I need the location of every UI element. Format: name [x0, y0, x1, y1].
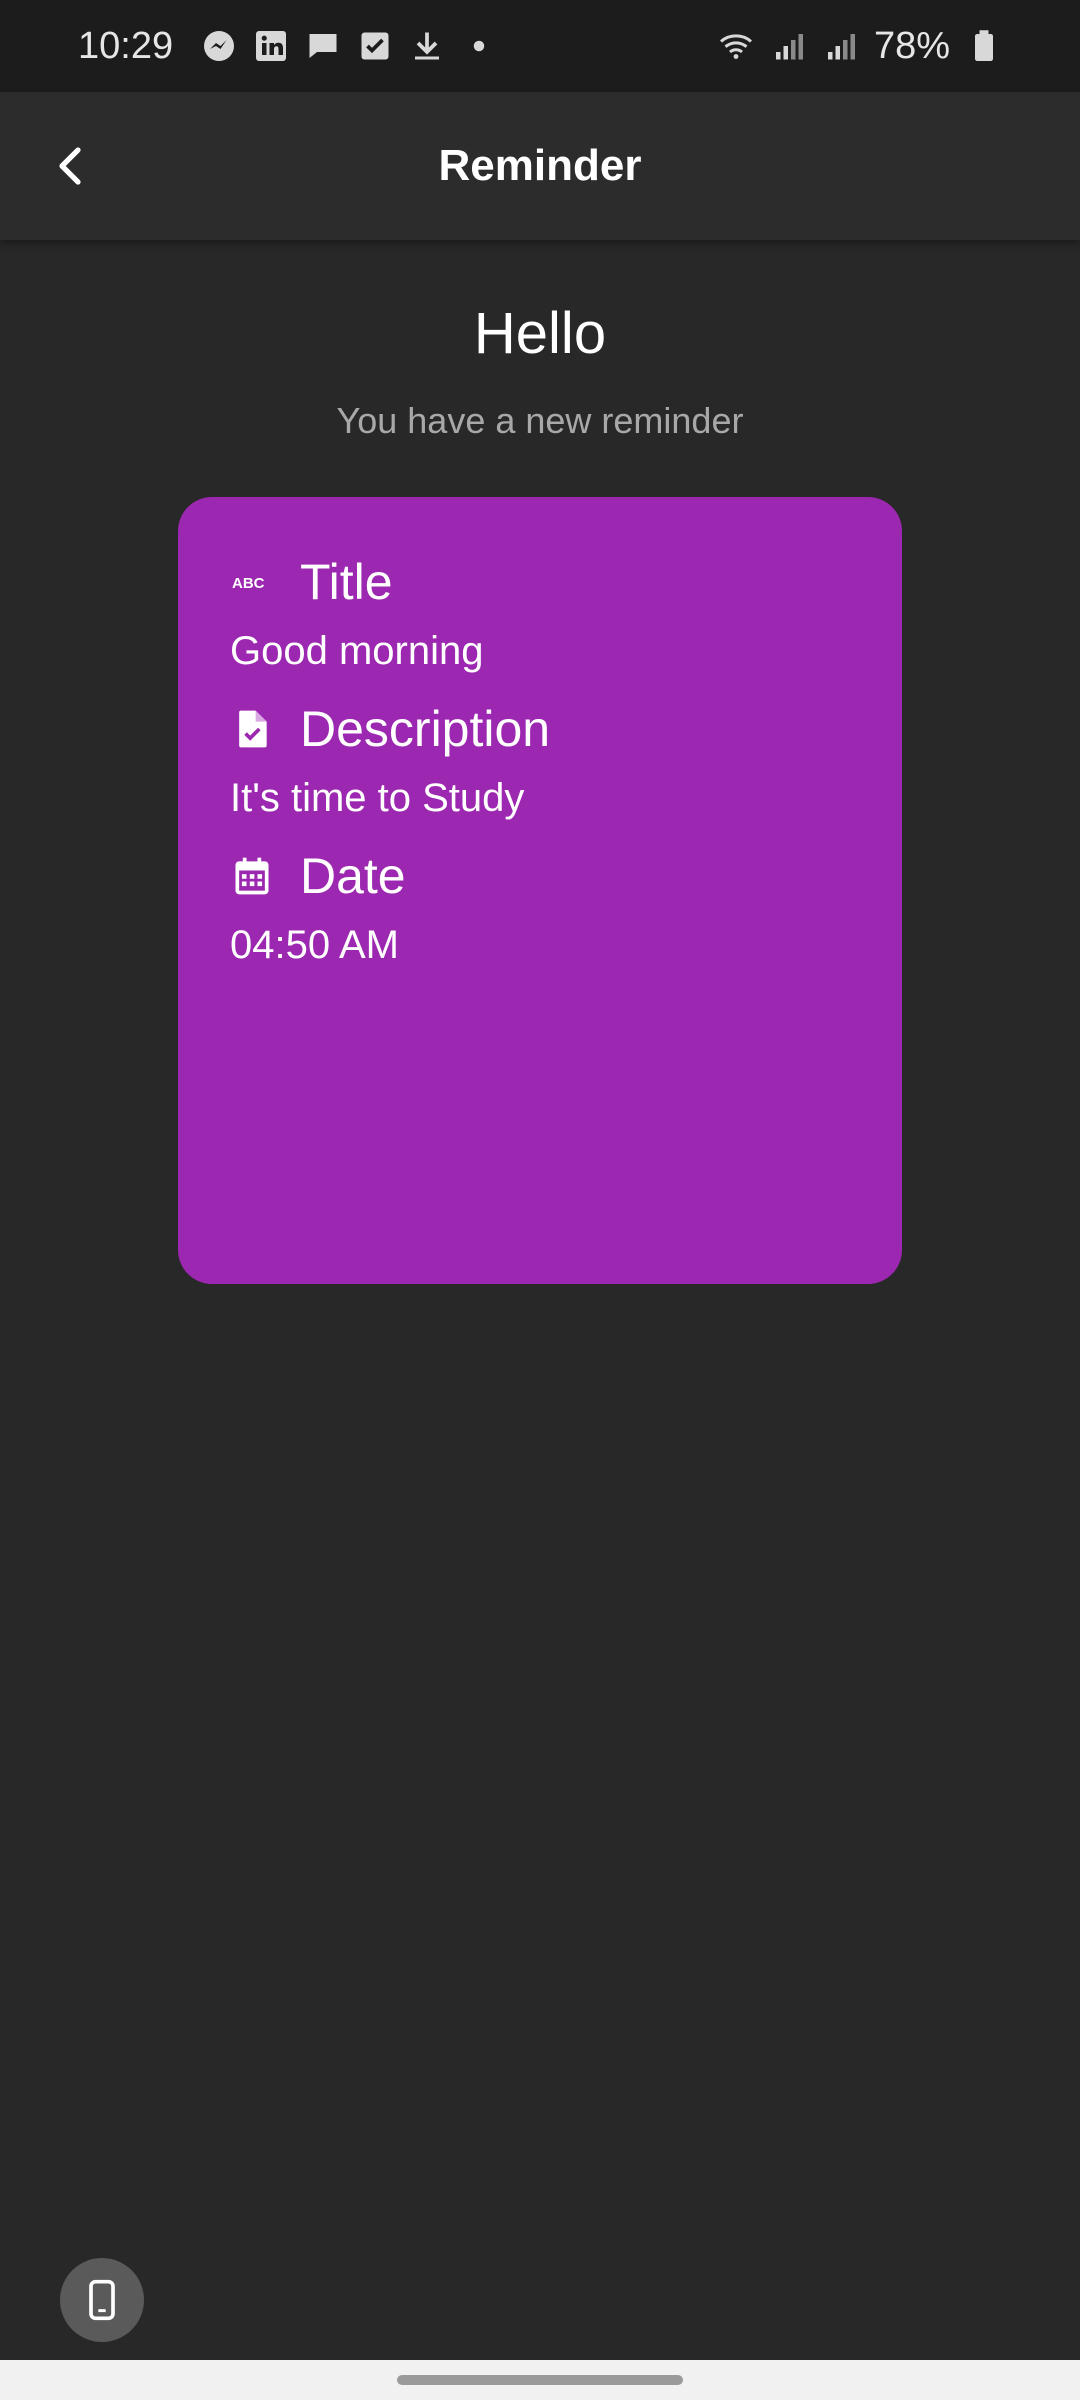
download-icon [409, 28, 445, 64]
checkbox-icon [357, 28, 393, 64]
date-header: Date [230, 841, 850, 911]
reminder-card: ABC Title Good morning Description It's … [178, 497, 902, 1284]
home-handle[interactable] [397, 2375, 683, 2385]
linkedin-icon [253, 28, 289, 64]
title-value: Good morning [230, 629, 484, 673]
calendar-icon [235, 857, 269, 895]
phone-button[interactable] [60, 2258, 144, 2342]
signal-icon [770, 28, 806, 64]
status-time: 10:29 [78, 24, 174, 67]
status-bar: 10:29 78% [0, 0, 1080, 92]
date-value: 04:50 AM [230, 923, 400, 967]
abc-icon: ABC [232, 575, 265, 592]
svg-text:ABC: ABC [232, 575, 265, 592]
document-check-icon [239, 710, 267, 748]
chevron-left-icon [59, 147, 81, 185]
dot-icon [461, 28, 497, 64]
signal-icon [822, 28, 858, 64]
page-title: Reminder [438, 141, 642, 190]
reminder-subtitle: You have a new reminder [336, 400, 744, 441]
date-label: Date [300, 848, 406, 904]
wifi-icon [718, 28, 754, 64]
description-value: It's time to Study [230, 776, 525, 820]
messenger-icon [201, 28, 237, 64]
back-button[interactable] [30, 124, 114, 208]
greeting-heading: Hello [473, 301, 607, 366]
battery-icon [966, 28, 1002, 64]
message-icon [305, 28, 341, 64]
status-left: 10:29 [78, 25, 497, 68]
app-bar: Reminder [0, 92, 1080, 240]
description-header: Description [230, 694, 850, 764]
description-label: Description [300, 701, 551, 757]
navigation-bar [0, 2360, 1080, 2400]
battery-percent: 78% [873, 24, 950, 67]
phone-icon [89, 2279, 115, 2321]
status-right: 78% [718, 25, 1002, 68]
title-header: ABC Title [230, 547, 850, 617]
title-label: Title [300, 554, 393, 610]
